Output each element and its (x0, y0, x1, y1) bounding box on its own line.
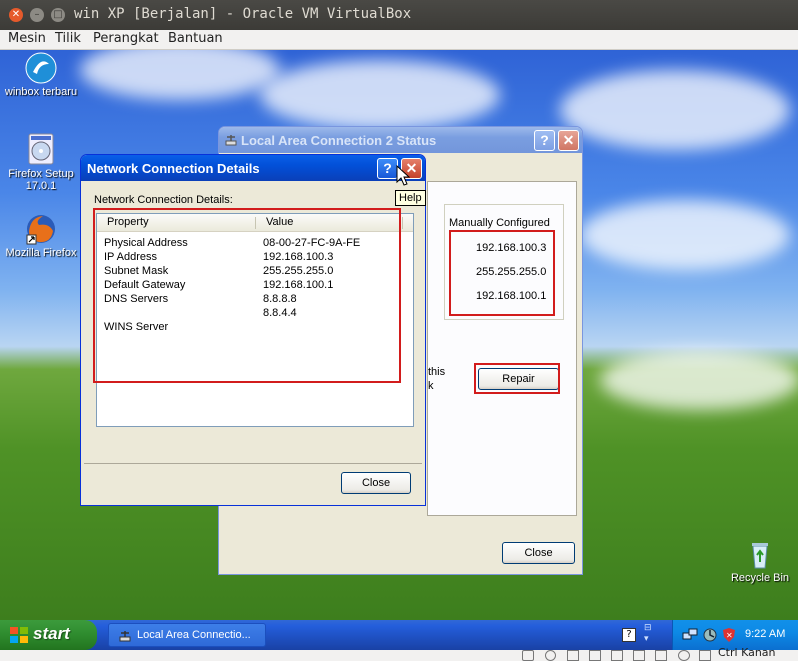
sky-cloud (600, 350, 798, 410)
sky-cloud (80, 50, 280, 100)
firefox-icon (26, 215, 55, 245)
details-dialog-body: Network Connection Details: Property Val… (84, 181, 422, 502)
network-connection-details-dialog: Network Connection Details ? ✕ Network C… (80, 154, 426, 506)
help-icon[interactable]: ? (377, 158, 398, 179)
close-icon[interactable]: ✕ (558, 130, 579, 151)
desktop-icon-label: Recycle Bin (730, 572, 790, 584)
close-icon[interactable]: ✕ (9, 8, 23, 22)
start-button[interactable]: start (0, 620, 97, 650)
optical-drive-icon[interactable] (545, 650, 556, 661)
network-connection-icon (119, 631, 131, 642)
virtualbox-host-window: ✕ – □ win XP [Berjalan] - Oracle VM Virt… (0, 0, 798, 661)
recording-icon[interactable] (655, 650, 667, 661)
mouse-pointer-icon (396, 165, 410, 186)
status-window-title: Local Area Connection 2 Status (241, 133, 437, 148)
taskbar-task-button[interactable]: Local Area Connectio... (108, 623, 266, 647)
guest-taskbar: start Local Area Connectio... ? ⊟ ▾ ✕ 9:2… (0, 620, 798, 650)
status-window-titlebar[interactable]: Local Area Connection 2 Status ? ✕ (219, 127, 582, 153)
desktop-icon-winbox[interactable]: winbox terbaru (1, 52, 81, 98)
start-label: start (33, 624, 70, 643)
help-tray-icon[interactable]: ? (622, 628, 636, 642)
sky-cloud (560, 70, 790, 150)
repair-hint-text: k (428, 380, 434, 392)
desktop-icon-label: Mozilla Firefox (5, 247, 77, 259)
display-icon[interactable] (611, 650, 623, 661)
details-dialog-title: Network Connection Details (87, 161, 260, 176)
hard-disk-icon[interactable] (522, 650, 534, 661)
maximize-icon[interactable]: □ (51, 8, 65, 22)
highlight-box (449, 230, 555, 316)
manually-configured-header: Manually Configured (449, 217, 550, 229)
host-key-label: Ctrl Kanan (718, 646, 776, 659)
highlight-box (93, 208, 401, 383)
sky-cloud (260, 60, 500, 130)
connection-status-tray-icon[interactable] (702, 627, 718, 643)
repair-hint-text: this (428, 366, 446, 378)
menu-perangkat[interactable]: Perangkat (93, 31, 159, 46)
highlight-box (474, 363, 560, 394)
column-divider[interactable] (402, 217, 403, 229)
details-dialog-titlebar[interactable]: Network Connection Details ? ✕ (81, 155, 425, 181)
details-caption: Network Connection Details: (94, 194, 233, 206)
shared-folder-icon[interactable] (589, 650, 601, 661)
status-close-button[interactable]: Close (502, 542, 575, 564)
security-shield-icon[interactable]: ✕ (721, 627, 737, 643)
host-statusbar: Ctrl Kanan (0, 646, 798, 661)
desktop-icon-mozilla-firefox[interactable]: Mozilla Firefox (1, 213, 81, 259)
winbox-icon (25, 52, 57, 84)
recycle-bin-icon (752, 543, 768, 569)
menu-bantuan[interactable]: Bantuan (168, 31, 223, 46)
usb-icon[interactable] (567, 650, 579, 661)
host-window-title: win XP [Berjalan] - Oracle VM VirtualBox (74, 6, 412, 22)
clock: 9:22 AM (745, 628, 786, 640)
menu-tilik[interactable]: Tilik (55, 31, 81, 46)
mouse-integration-icon[interactable] (678, 650, 690, 661)
help-icon[interactable]: ? (534, 130, 555, 151)
minimize-icon[interactable]: – (30, 8, 44, 22)
desktop-icon-label: winbox terbaru (4, 86, 78, 98)
installer-cd-icon (28, 133, 54, 165)
desktop-icon-label: Firefox Setup 17.0.1 (8, 168, 74, 192)
guest-desktop: winbox terbaru Firefox Setup 17.0.1 Mozi… (0, 50, 798, 620)
svg-text:✕: ✕ (726, 631, 733, 640)
sky-cloud (580, 200, 790, 270)
desktop-icon-firefox-setup[interactable]: Firefox Setup 17.0.1 (1, 132, 81, 192)
network-tray-icon[interactable] (682, 627, 698, 643)
host-menubar: Mesin Tilik Perangkat Bantuan (0, 30, 798, 50)
windows-logo-icon (10, 627, 28, 643)
help-tooltip: Help (395, 190, 426, 206)
taskbar-scroll-icon[interactable]: ⊟ ▾ (644, 623, 652, 645)
desktop-icon-recycle-bin[interactable]: Recycle Bin (720, 538, 798, 584)
menu-mesin[interactable]: Mesin (8, 31, 46, 46)
details-close-button[interactable]: Close (341, 472, 411, 494)
keyboard-capture-icon[interactable] (699, 650, 711, 661)
taskbar-task-label: Local Area Connectio... (137, 629, 251, 641)
network-adapter-icon[interactable] (633, 650, 645, 661)
network-connection-icon (225, 135, 237, 146)
dialog-divider (84, 463, 422, 464)
host-titlebar: ✕ – □ win XP [Berjalan] - Oracle VM Virt… (0, 0, 798, 30)
